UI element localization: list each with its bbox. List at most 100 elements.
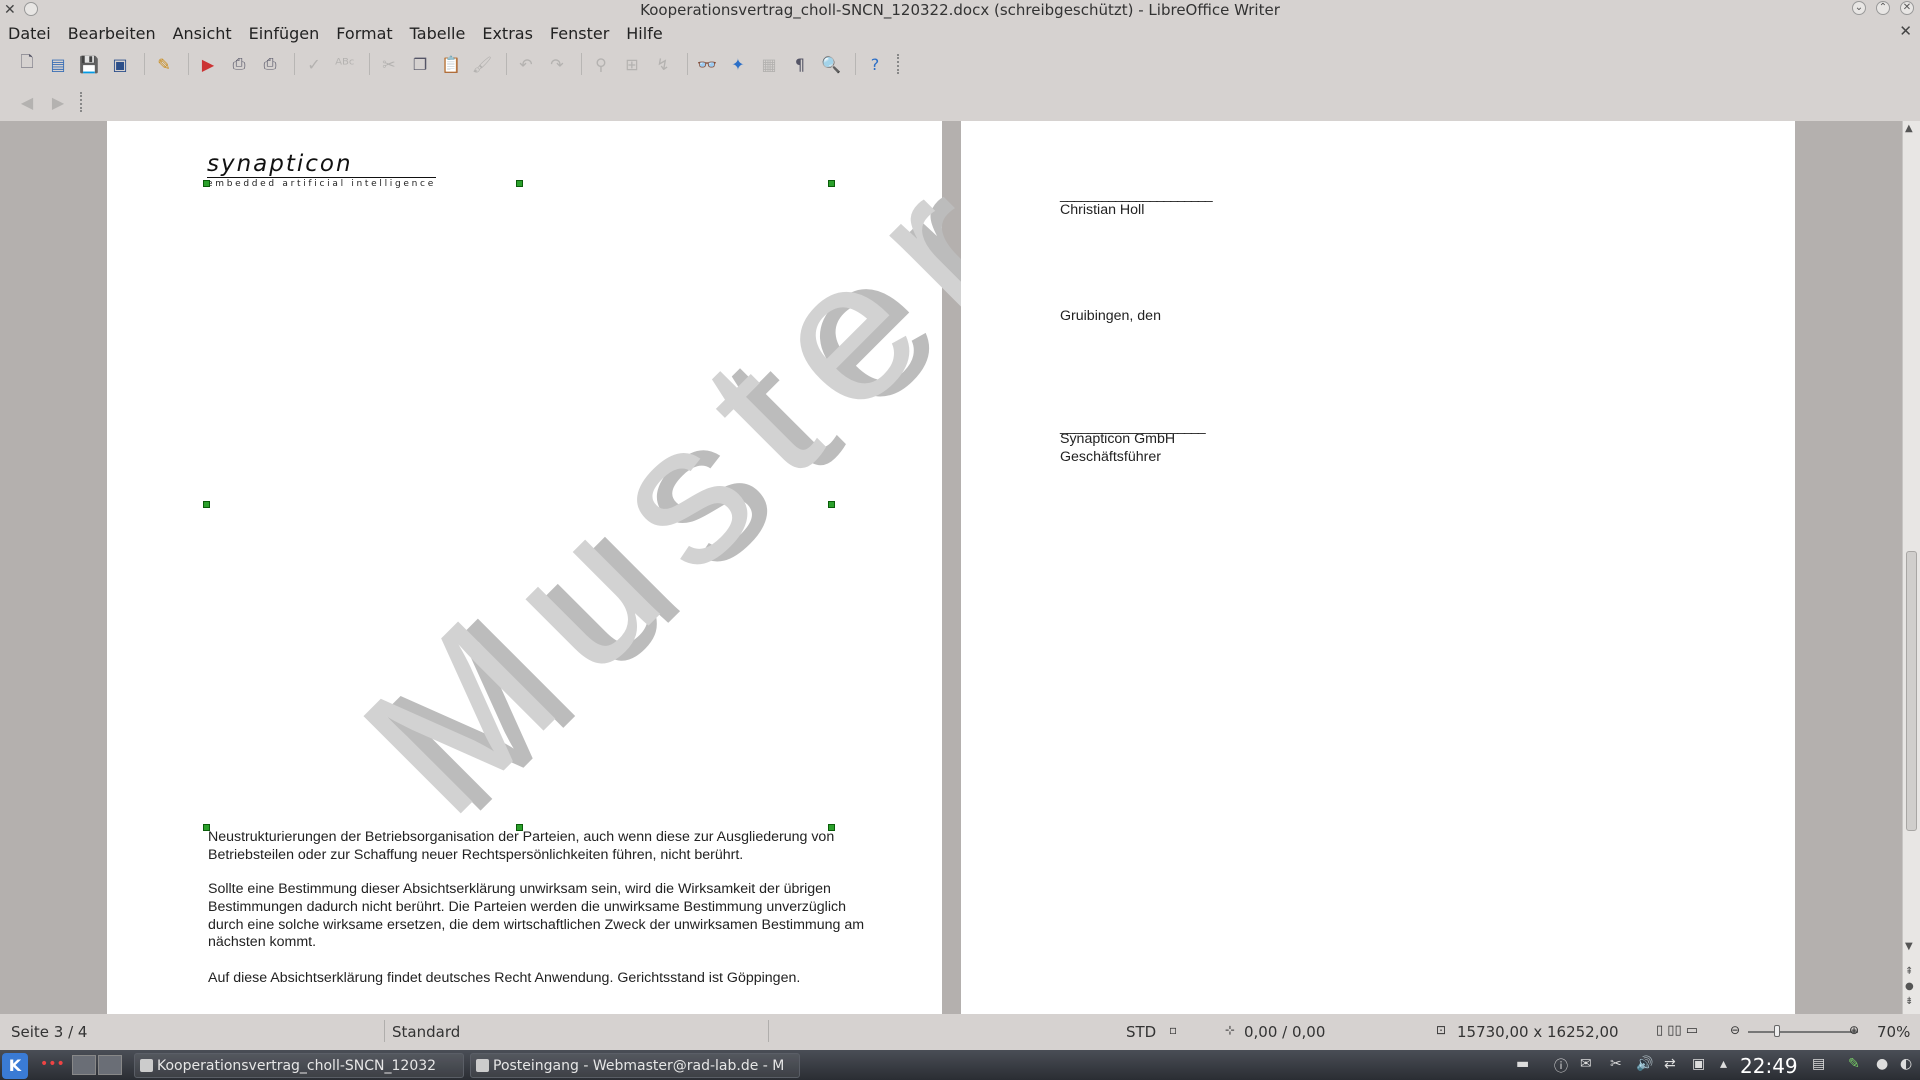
- company-logo: synapticon embedded artificial intellige…: [207, 151, 436, 189]
- logo-wordmark: synapticon: [207, 151, 436, 178]
- new-document-icon[interactable]: 🗋: [14, 51, 40, 77]
- position-icon: ⊹: [1225, 1023, 1236, 1037]
- toolbar-overflow-icon[interactable]: [80, 92, 86, 112]
- info-icon[interactable]: ⓘ: [1554, 1056, 1568, 1076]
- activities-icon[interactable]: •••: [40, 1056, 65, 1072]
- desktop-pager-2[interactable]: [98, 1055, 122, 1075]
- clone-format-icon[interactable]: 🖌: [469, 51, 495, 77]
- page-3[interactable]: synapticon embedded artificial intellige…: [107, 121, 1056, 1014]
- gallery-icon[interactable]: ▦: [756, 51, 782, 77]
- forward-icon[interactable]: ▶: [45, 89, 71, 115]
- pen-icon[interactable]: ✎: [1848, 1056, 1860, 1072]
- zoom-icon[interactable]: 🔍: [818, 51, 844, 77]
- selection-handle[interactable]: [203, 180, 210, 187]
- task-mail[interactable]: Posteingang - Webmaster@rad-lab.de - M: [470, 1053, 800, 1078]
- tray-expand-icon[interactable]: ▴: [1720, 1056, 1727, 1072]
- help-icon[interactable]: ?: [862, 51, 888, 77]
- menu-format[interactable]: Format: [336, 24, 392, 43]
- toolbar-separator: [294, 53, 295, 75]
- zoom-slider-knob[interactable]: [1774, 1025, 1780, 1037]
- print-icon[interactable]: ⎙: [226, 51, 252, 77]
- mail-icon[interactable]: ✉: [1580, 1056, 1592, 1072]
- notes-icon[interactable]: ▤: [1812, 1056, 1825, 1072]
- selection-handle[interactable]: [516, 180, 523, 187]
- menu-einfuegen[interactable]: Einfügen: [249, 24, 320, 43]
- export-pdf-icon[interactable]: ▶: [195, 51, 221, 77]
- minimize-button[interactable]: ⌄: [1852, 1, 1866, 15]
- close-button[interactable]: ✕: [1900, 1, 1914, 15]
- draw-icon[interactable]: ↯: [650, 51, 676, 77]
- next-page-icon[interactable]: ⇟: [1905, 996, 1913, 1007]
- toolbar-separator: [506, 53, 507, 75]
- autospellcheck-icon[interactable]: ᴬᴮᶜ: [332, 51, 358, 77]
- scroll-down-icon[interactable]: ▼: [1905, 941, 1913, 952]
- paragraph-1: Neustrukturierungen der Betriebsorganisa…: [208, 829, 835, 863]
- save-as-pdf-icon[interactable]: ▣: [107, 51, 133, 77]
- task-writer-label: Kooperationsvertrag_choll-SNCN_12032: [157, 1058, 437, 1074]
- toolbar-separator: [581, 53, 582, 75]
- view-layout-icon[interactable]: ▯ ▯▯ ▭: [1656, 1023, 1698, 1038]
- toolbar-separator: [855, 53, 856, 75]
- maximize-button[interactable]: ⌃: [1876, 1, 1890, 15]
- menu-datei[interactable]: Datei: [8, 24, 51, 43]
- clipboard-cut-icon[interactable]: ✂: [1610, 1056, 1622, 1072]
- selection-handle[interactable]: [203, 501, 210, 508]
- toolbar-separator: [188, 53, 189, 75]
- volume-icon[interactable]: 🔊: [1636, 1056, 1653, 1072]
- vertical-scrollbar[interactable]: ▲ ▼ ⇞ ● ⇟: [1902, 121, 1920, 1014]
- mail-app-icon: [476, 1059, 489, 1072]
- copy-icon[interactable]: ❐: [407, 51, 433, 77]
- zoom-in-icon[interactable]: ⊕: [1849, 1023, 1859, 1037]
- zoom-out-icon[interactable]: ⊖: [1730, 1023, 1740, 1037]
- menu-hilfe[interactable]: Hilfe: [626, 24, 662, 43]
- find-replace-icon[interactable]: 👓: [694, 51, 720, 77]
- back-icon[interactable]: ◀: [14, 89, 40, 115]
- network-icon[interactable]: ⇄: [1664, 1056, 1676, 1072]
- redo-icon[interactable]: ↷: [544, 51, 570, 77]
- menu-bearbeiten[interactable]: Bearbeiten: [68, 24, 156, 43]
- menu-extras[interactable]: Extras: [482, 24, 533, 43]
- page-style[interactable]: Standard: [392, 1023, 460, 1041]
- zoom-slider[interactable]: [1748, 1031, 1858, 1033]
- navigator-icon[interactable]: ✦: [725, 51, 751, 77]
- scroll-up-icon[interactable]: ▲: [1905, 123, 1913, 134]
- status-bar: Seite 3 / 4 Standard STD ▫ ⊹ 0,00 / 0,00…: [0, 1014, 1920, 1050]
- spellcheck-icon[interactable]: ✓: [301, 51, 327, 77]
- cursor-position: 0,00 / 0,00: [1244, 1023, 1326, 1041]
- edit-document-icon[interactable]: ✎: [151, 51, 177, 77]
- navigation-icon[interactable]: ●: [1905, 981, 1914, 992]
- previous-page-icon[interactable]: ⇞: [1905, 966, 1913, 977]
- print-preview-icon[interactable]: ⎙: [257, 51, 283, 77]
- scrollbar-thumb[interactable]: [1906, 551, 1917, 831]
- menu-ansicht[interactable]: Ansicht: [173, 24, 232, 43]
- selection-mode[interactable]: STD: [1126, 1023, 1156, 1041]
- menu-bar: Datei Bearbeiten Ansicht Einfügen Format…: [0, 21, 1920, 45]
- zoom-level[interactable]: 70%: [1877, 1023, 1910, 1041]
- close-document-icon[interactable]: ✕: [1899, 22, 1912, 40]
- window-title: Kooperationsvertrag_choll-SNCN_120322.do…: [640, 1, 1280, 19]
- paste-icon[interactable]: 📋: [438, 51, 464, 77]
- status-dot-icon[interactable]: ●: [1876, 1056, 1888, 1072]
- save-icon[interactable]: 💾: [76, 51, 102, 77]
- document-area[interactable]: synapticon embedded artificial intellige…: [0, 121, 1902, 1014]
- menu-fenster[interactable]: Fenster: [550, 24, 609, 43]
- open-icon[interactable]: ▤: [45, 51, 71, 77]
- undo-icon[interactable]: ↶: [513, 51, 539, 77]
- display-icon[interactable]: ▬: [1516, 1056, 1529, 1072]
- task-writer[interactable]: Kooperationsvertrag_choll-SNCN_12032: [134, 1053, 464, 1078]
- toolbar-overflow-icon[interactable]: [897, 54, 903, 74]
- desktop-pager-1[interactable]: [72, 1055, 96, 1075]
- signatory-name: Christian Holl: [1060, 202, 1145, 218]
- device-icon[interactable]: ▣: [1692, 1056, 1705, 1072]
- cut-icon[interactable]: ✂: [376, 51, 402, 77]
- kde-menu-icon[interactable]: K: [2, 1053, 28, 1079]
- status-divider: [768, 1020, 769, 1042]
- page-4[interactable]: ______________________ Christian Holl Gr…: [961, 121, 1795, 1014]
- shutdown-icon[interactable]: ◐: [1900, 1056, 1912, 1072]
- clock[interactable]: 22:49: [1740, 1054, 1798, 1078]
- hyperlink-icon[interactable]: ⚲: [588, 51, 614, 77]
- page-indicator[interactable]: Seite 3 / 4: [11, 1023, 87, 1041]
- table-icon[interactable]: ⊞: [619, 51, 645, 77]
- menu-tabelle[interactable]: Tabelle: [410, 24, 466, 43]
- formatting-marks-icon[interactable]: ¶: [787, 51, 813, 77]
